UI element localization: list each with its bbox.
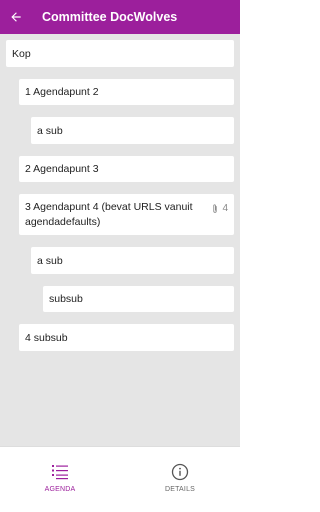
agenda-item-label: 1 Agendapunt 2 bbox=[25, 86, 99, 98]
tab-details[interactable]: DETAILS bbox=[120, 447, 240, 512]
agenda-item-kop[interactable]: Kop bbox=[6, 40, 234, 67]
attachment-count: 4 bbox=[211, 201, 228, 216]
agenda-item-label: 2 Agendapunt 3 bbox=[25, 163, 99, 175]
agenda-subitem[interactable]: a sub bbox=[31, 247, 234, 274]
agenda-item-label: 4 subsub bbox=[25, 331, 68, 344]
list-icon bbox=[52, 465, 68, 480]
agenda-item-4[interactable]: 4 subsub bbox=[19, 324, 234, 351]
paperclip-icon bbox=[213, 203, 218, 213]
agenda-item-label: subsub bbox=[49, 293, 83, 305]
agenda-item-2[interactable]: 2 Agendapunt 3 bbox=[19, 156, 234, 182]
tab-label: DETAILS bbox=[164, 486, 196, 493]
agenda-item-label: 3 Agendapunt 4 (bevat URLS vanuit agenda… bbox=[25, 201, 193, 228]
agenda-item-label: a sub bbox=[37, 254, 63, 267]
agenda-item-label: a sub bbox=[37, 124, 63, 137]
agenda-subsubitem[interactable]: subsub bbox=[43, 286, 234, 312]
bottom-navigation: AGENDA DETAILS bbox=[0, 446, 240, 512]
page-title: Committee DocWolves bbox=[42, 10, 178, 24]
agenda-item-label: Kop bbox=[12, 47, 31, 60]
agenda-item-3[interactable]: 3 Agendapunt 4 (bevat URLS vanuit agenda… bbox=[19, 194, 234, 235]
tab-agenda[interactable]: AGENDA bbox=[0, 447, 120, 512]
agenda-item-1[interactable]: 1 Agendapunt 2 bbox=[19, 79, 234, 105]
attachment-count-value: 4 bbox=[222, 203, 228, 214]
back-button[interactable] bbox=[0, 0, 32, 34]
agenda-list: Kop 1 Agendapunt 2 a sub 2 Agendapunt 3 … bbox=[0, 34, 240, 446]
agenda-subitem[interactable]: a sub bbox=[31, 117, 234, 144]
app-bar: Committee DocWolves bbox=[0, 0, 240, 34]
info-icon bbox=[171, 463, 189, 481]
arrow-left-icon bbox=[11, 12, 21, 22]
tab-label: AGENDA bbox=[44, 486, 76, 493]
